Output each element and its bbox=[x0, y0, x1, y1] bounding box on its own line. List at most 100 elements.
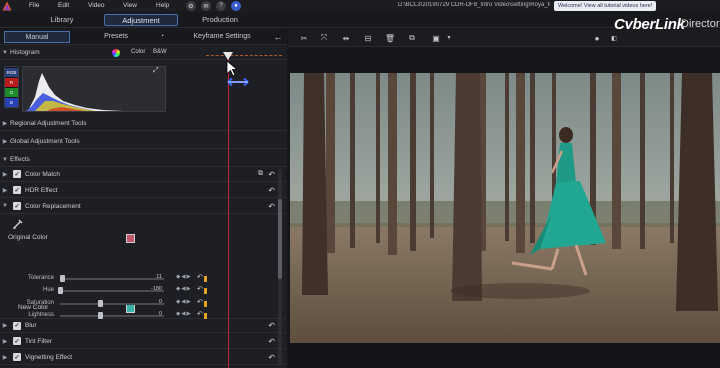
tab-production[interactable]: Production bbox=[188, 14, 252, 26]
back-arrow-icon[interactable]: ← bbox=[272, 31, 284, 43]
slider-thumb[interactable] bbox=[60, 275, 65, 282]
enable-checkbox[interactable]: ✓ bbox=[13, 337, 21, 345]
slider-thumb[interactable] bbox=[98, 312, 103, 319]
effects-header[interactable]: ▼ Effects bbox=[0, 153, 287, 167]
tab-library[interactable]: Library bbox=[30, 14, 94, 26]
color-wheel-icon bbox=[112, 49, 120, 57]
tab-keyframe-settings[interactable]: Keyframe Settings bbox=[174, 31, 270, 43]
reset-icon[interactable]: ↶ bbox=[197, 285, 203, 293]
global-tools-header[interactable]: ▶ Global Adjustment Tools bbox=[0, 135, 287, 149]
original-color-label: Original Color bbox=[8, 234, 48, 241]
menu-video[interactable]: Video bbox=[88, 2, 105, 9]
chevron-right-icon: ▶ bbox=[2, 354, 8, 361]
effect-hdr[interactable]: ▶ ✓ HDR Effect ↶ bbox=[0, 183, 287, 198]
effect-label: Color Replacement bbox=[25, 202, 81, 210]
keyframe-marker bbox=[204, 313, 207, 319]
cloud-icon[interactable]: ● bbox=[231, 1, 241, 11]
welcome-banner[interactable]: Welcome! View all tutorial videos here! bbox=[554, 1, 657, 11]
scrollbar-thumb[interactable] bbox=[278, 199, 282, 279]
edit-icon[interactable]: ⧉ bbox=[258, 170, 263, 178]
original-color-swatch[interactable] bbox=[126, 234, 135, 243]
enable-checkbox[interactable]: ✓ bbox=[13, 202, 21, 210]
reset-icon[interactable]: ↶ bbox=[268, 170, 275, 179]
slider-value[interactable]: 0 bbox=[142, 311, 162, 320]
slider-thumb[interactable] bbox=[58, 287, 63, 294]
enable-checkbox[interactable]: ✓ bbox=[13, 170, 21, 178]
chevron-right-icon: ▶ bbox=[2, 139, 8, 145]
keyframe-marker bbox=[204, 301, 207, 307]
panel-scrollbar[interactable] bbox=[278, 169, 282, 365]
playhead-handle-icon[interactable] bbox=[223, 52, 233, 60]
menu-edit[interactable]: Edit bbox=[58, 2, 69, 9]
channel-rgb[interactable]: RGB bbox=[5, 68, 18, 77]
record-icon[interactable]: ● bbox=[591, 32, 603, 44]
reset-icon[interactable]: ↶ bbox=[197, 298, 203, 306]
snapshot-icon[interactable]: ▣ bbox=[430, 32, 442, 44]
menu-view[interactable]: View bbox=[123, 2, 137, 9]
effect-tint-filter[interactable]: ▶ ✓ Tint Filter ↶ bbox=[0, 334, 287, 349]
notifications-icon[interactable]: ✉ bbox=[201, 1, 211, 11]
tab-presets[interactable]: Presets bbox=[84, 31, 148, 43]
duplicate-icon[interactable]: ⧉ bbox=[406, 32, 418, 44]
playhead-line[interactable] bbox=[228, 56, 229, 368]
reset-icon[interactable]: ↶ bbox=[268, 353, 275, 362]
delete-icon[interactable]: 🗑 bbox=[384, 32, 396, 44]
slider-value[interactable]: -180 bbox=[142, 286, 162, 295]
regional-tools-title: Regional Adjustment Tools bbox=[10, 120, 87, 127]
slider-value[interactable]: 11 bbox=[142, 274, 162, 283]
settings-icon[interactable]: ⚙ bbox=[186, 1, 196, 11]
color-option[interactable]: Color bbox=[131, 49, 145, 55]
reset-icon[interactable]: ↶ bbox=[197, 310, 203, 318]
effect-label: Color Match bbox=[25, 170, 61, 178]
keyframe-nav-icon[interactable]: ◆◀▶ bbox=[176, 274, 192, 280]
enable-checkbox[interactable]: ✓ bbox=[13, 321, 21, 330]
slider-value[interactable]: 0 bbox=[142, 299, 162, 308]
slider-label: Lightness bbox=[28, 312, 54, 318]
enable-checkbox[interactable]: ✓ bbox=[13, 186, 21, 194]
keyframe-nav-icon[interactable]: ◆◀▶ bbox=[176, 299, 192, 305]
crop-icon[interactable]: ✂ bbox=[298, 32, 310, 44]
reset-icon[interactable]: ↶ bbox=[268, 202, 275, 211]
regional-tools-header[interactable]: ▶ Regional Adjustment Tools bbox=[0, 117, 287, 131]
channel-blue[interactable]: B bbox=[5, 98, 18, 107]
help-icon[interactable]: ? bbox=[216, 1, 226, 11]
eyedropper-icon[interactable] bbox=[12, 218, 24, 230]
channel-red[interactable]: R bbox=[5, 78, 18, 87]
slider-thumb[interactable] bbox=[98, 300, 103, 307]
transform-icon[interactable]: ⤧ bbox=[318, 32, 330, 44]
split-icon[interactable]: ⇹ bbox=[340, 32, 352, 44]
tab-manual[interactable]: Manual bbox=[4, 31, 70, 43]
histogram-header[interactable]: ▼ Histogram Color B&W bbox=[0, 46, 287, 60]
tab-adjustment[interactable]: Adjustment bbox=[104, 14, 178, 26]
effect-vignetting[interactable]: ▶ ✓ Vignetting Effect ↶ bbox=[0, 350, 287, 365]
expand-icon[interactable]: ⤢ bbox=[153, 67, 159, 75]
cursor-move-icon bbox=[226, 60, 249, 87]
menu-help[interactable]: Help bbox=[156, 2, 169, 9]
effect-color-replacement[interactable]: ▼ ✓ Color Replacement ↶ bbox=[0, 199, 287, 214]
chevron-right-icon: ▶ bbox=[2, 171, 8, 178]
menu-bar: File Edit Video View Help ⚙ ✉ ? ● D:\BCL… bbox=[0, 0, 720, 12]
preview-frame bbox=[290, 73, 720, 343]
effect-label: HDR Effect bbox=[25, 186, 58, 194]
bw-option[interactable]: B&W bbox=[153, 49, 167, 55]
app-logo-icon[interactable] bbox=[0, 0, 14, 12]
trim-icon[interactable]: ⊟ bbox=[362, 32, 374, 44]
video-preview[interactable] bbox=[290, 73, 720, 343]
preview-mode-icon[interactable]: ◧ bbox=[608, 32, 620, 44]
project-path: D:\BCL3\20190729 CDR-DF8_Intro Video\set… bbox=[398, 2, 550, 8]
keyframe-nav-icon[interactable]: ◆◀▶ bbox=[176, 311, 192, 317]
channel-green[interactable]: G bbox=[5, 88, 18, 97]
reset-icon[interactable]: ↶ bbox=[268, 321, 275, 330]
reset-icon[interactable]: ↶ bbox=[197, 273, 203, 281]
effect-color-match[interactable]: ▶ ✓ Color Match ⧉ ↶ bbox=[0, 167, 287, 182]
reset-icon[interactable]: ↶ bbox=[268, 186, 275, 195]
keyframe-nav-icon[interactable]: ◆◀▶ bbox=[176, 286, 192, 292]
enable-checkbox[interactable]: ✓ bbox=[13, 353, 21, 361]
keyframe-marker bbox=[204, 288, 207, 294]
menu-file[interactable]: File bbox=[29, 2, 39, 9]
sub-tabs: Manual Presets ◔ Keyframe Settings ← bbox=[0, 29, 287, 45]
keyframe-icon[interactable]: ◔ bbox=[155, 31, 169, 43]
reset-icon[interactable]: ↶ bbox=[268, 337, 275, 346]
chevron-down-icon[interactable]: ▼ bbox=[443, 32, 455, 44]
slider-label: Hue bbox=[42, 287, 54, 293]
